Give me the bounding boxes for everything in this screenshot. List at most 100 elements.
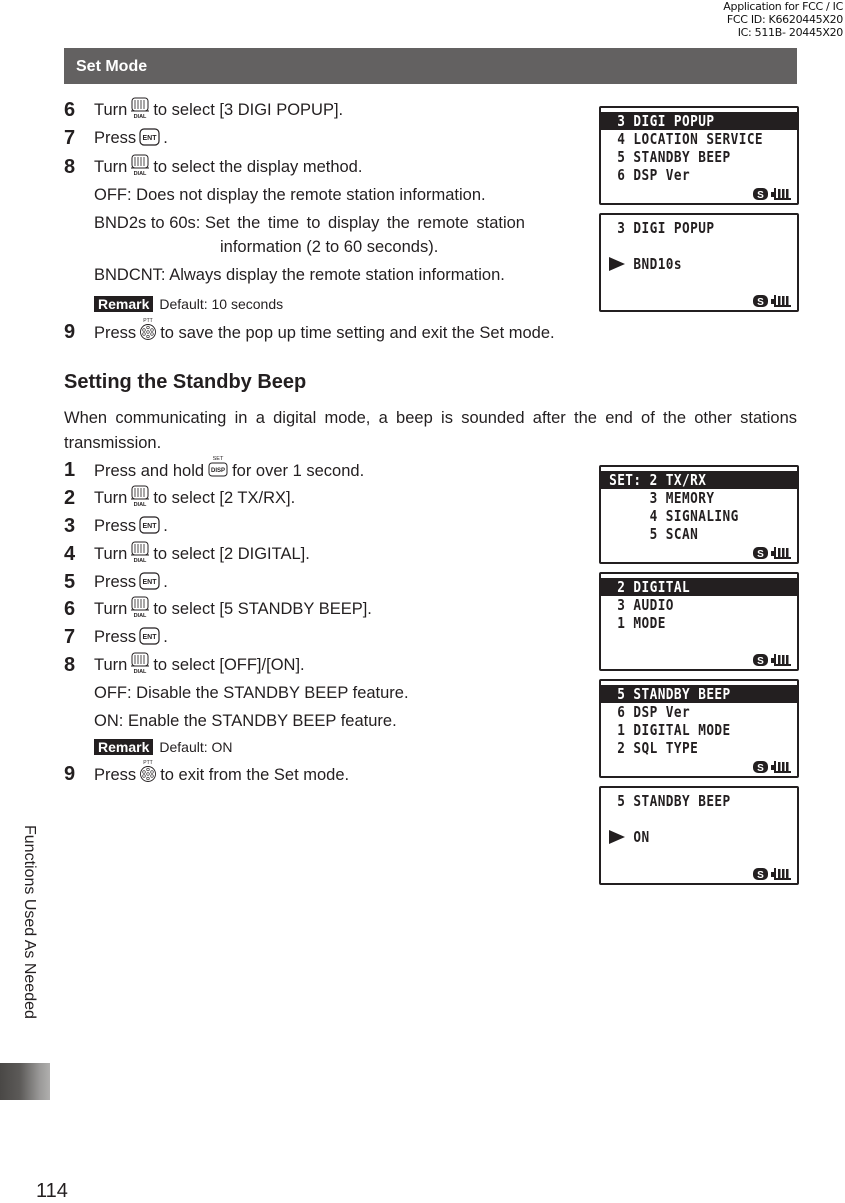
option-text: Disable the STANDBY BEEP feature. bbox=[136, 684, 409, 702]
dial-knob-icon: DIAL bbox=[130, 154, 150, 177]
svg-text:ENT: ENT bbox=[143, 523, 158, 530]
step-item: 7 Press ENT. bbox=[64, 627, 168, 647]
section-title: Set Mode bbox=[76, 58, 148, 75]
set-disp-key-icon: SET DISP bbox=[207, 455, 229, 479]
step-text-post: . bbox=[163, 573, 168, 591]
step-number: 1 bbox=[64, 459, 76, 481]
step-number: 6 bbox=[64, 99, 76, 121]
lcd-row: 3 AUDIO bbox=[601, 596, 674, 614]
step-item: 9 Press PTT to exit from the Set mode. bbox=[64, 760, 349, 788]
dial-knob-icon: DIAL bbox=[130, 596, 150, 619]
step-item: 8 Turn DIAL to select the display method. bbox=[64, 154, 363, 179]
lcd-row: 1 MODE bbox=[601, 614, 666, 632]
lcd-row-highlighted: SET: 2 TX/RX bbox=[601, 471, 797, 489]
step-number: 2 bbox=[64, 487, 76, 509]
svg-text:DIAL: DIAL bbox=[134, 114, 147, 119]
svg-text:DIAL: DIAL bbox=[134, 502, 147, 507]
step-number: 6 bbox=[64, 598, 76, 620]
section-heading: Setting the Standby Beep bbox=[64, 371, 307, 393]
step-number: 3 bbox=[64, 515, 76, 537]
step-number: 5 bbox=[64, 571, 76, 593]
step-text-pre: Press and hold bbox=[94, 462, 205, 481]
battery-icon bbox=[771, 654, 791, 666]
svg-text:S: S bbox=[757, 763, 764, 773]
fcc-line: Application for FCC / IC bbox=[723, 0, 843, 13]
step-number: 7 bbox=[64, 127, 76, 149]
step-text-pre: Turn bbox=[94, 656, 128, 675]
step-text-pre: Turn bbox=[94, 489, 128, 508]
step-number: 8 bbox=[64, 156, 76, 178]
step-text-pre: Press bbox=[94, 766, 137, 785]
step-text: Turn DIAL to select [5 STANDBY BEEP]. bbox=[94, 596, 372, 619]
svg-text:S: S bbox=[757, 870, 764, 880]
lcd-row: 2 SQL TYPE bbox=[601, 739, 699, 757]
lcd-row: 1 DIGITAL MODE bbox=[601, 721, 731, 739]
lcd-row: 5 SCAN bbox=[601, 525, 699, 543]
remark: Remark Default: ON bbox=[94, 739, 233, 755]
lcd-row-text: 3 DIGI POPUP bbox=[601, 112, 715, 130]
option-bnd-range-cont: information (2 to 60 seconds). bbox=[220, 237, 438, 257]
ent-key-icon: ENT bbox=[139, 572, 160, 590]
dial-knob-icon: DIAL bbox=[130, 541, 150, 564]
step-text: Press and hold SET DISP for over 1 second… bbox=[94, 456, 364, 481]
ent-key-icon: ENT bbox=[139, 627, 160, 645]
battery-icon bbox=[771, 547, 791, 559]
step-text-pre: Turn bbox=[94, 158, 128, 177]
lcd-row: 3 DIGI POPUP bbox=[601, 219, 715, 237]
lcd-status: S bbox=[753, 293, 791, 308]
option-off: OFF: Does not display the remote station… bbox=[94, 185, 486, 205]
remark-tag: Remark bbox=[94, 296, 154, 312]
battery-icon bbox=[771, 761, 791, 773]
chapter-tab bbox=[0, 1063, 50, 1100]
option-bnd-range: BND2s to 60s: Set the time to display th… bbox=[94, 213, 586, 233]
fcc-notice: Application for FCC / IC FCC ID: K662044… bbox=[723, 0, 843, 39]
step-item: 8 Turn DIAL to select [OFF]/[ON]. bbox=[64, 652, 305, 677]
step-text-post: to select [5 STANDBY BEEP]. bbox=[153, 600, 372, 619]
option-text: Always display the remote station inform… bbox=[169, 266, 505, 284]
svg-text:DISP: DISP bbox=[211, 468, 225, 474]
step-number: 4 bbox=[64, 543, 76, 565]
step-text: Press ENT. bbox=[94, 572, 168, 591]
page-number: 114 bbox=[36, 1180, 68, 1202]
step-item: 6 Turn DIAL to select [3 DIGI POPUP]. bbox=[64, 97, 344, 122]
lcd-row: 5 STANDBY BEEP bbox=[601, 792, 731, 810]
dial-knob-icon: DIAL bbox=[130, 97, 150, 120]
step-text-pre: Press bbox=[94, 573, 137, 591]
lcd-row: 6 DSP Ver bbox=[601, 166, 691, 184]
step-text-post: to select [3 DIGI POPUP]. bbox=[153, 101, 344, 120]
lcd-screen: 3 DIGI POPUP BND10s S bbox=[599, 213, 799, 312]
step-text: Press ENT. bbox=[94, 516, 168, 535]
dial-knob-icon: DIAL bbox=[130, 652, 150, 675]
option-label: OFF: bbox=[94, 684, 132, 702]
step-text-post: to select the display method. bbox=[153, 158, 363, 177]
step-text: Turn DIAL to select [2 TX/RX]. bbox=[94, 485, 295, 508]
step-text: Turn DIAL to select [2 DIGITAL]. bbox=[94, 541, 310, 564]
step-text: Turn DIAL to select the display method. bbox=[94, 154, 363, 177]
step-text-pre: Press bbox=[94, 517, 137, 535]
ent-key-icon: ENT bbox=[139, 128, 160, 146]
step-text-post: . bbox=[163, 517, 168, 535]
lcd-screen: 3 DIGI POPUP 4 LOCATION SERVICE 5 STANDB… bbox=[599, 106, 799, 205]
fcc-line: IC: 511B- 20445X20 bbox=[737, 26, 844, 39]
step-text-post: to select [OFF]/[ON]. bbox=[153, 656, 305, 675]
lcd-row-highlighted: 2 DIGITAL bbox=[601, 578, 797, 596]
step-text-pre: Turn bbox=[94, 101, 128, 120]
step-number: 8 bbox=[64, 654, 76, 676]
option-label: BNDCNT: bbox=[94, 266, 166, 284]
lcd-row: 4 SIGNALING bbox=[601, 507, 739, 525]
step-item: 1 Press and hold SET DISP for over 1 secon… bbox=[64, 456, 364, 484]
option-text: Enable the STANDBY BEEP feature. bbox=[127, 712, 397, 730]
svg-text:ENT: ENT bbox=[143, 135, 158, 142]
step-text-pre: Press bbox=[94, 129, 137, 147]
step-item: 3 Press ENT. bbox=[64, 516, 168, 536]
battery-icon bbox=[771, 188, 791, 200]
intro-paragraph: When communicating in a digital mode, a … bbox=[64, 409, 797, 452]
step-text: Press PTT to save the pop up time settin… bbox=[94, 318, 555, 342]
lcd-row bbox=[601, 846, 766, 864]
step-number: 7 bbox=[64, 626, 76, 648]
option-bndcnt: BNDCNT: Always display the remote statio… bbox=[94, 265, 505, 285]
svg-text:SET: SET bbox=[213, 456, 224, 462]
remark: Remark Default: 10 seconds bbox=[94, 296, 283, 312]
step-text: Turn DIAL to select [3 DIGI POPUP]. bbox=[94, 97, 344, 120]
lcd-status: S bbox=[753, 652, 791, 667]
